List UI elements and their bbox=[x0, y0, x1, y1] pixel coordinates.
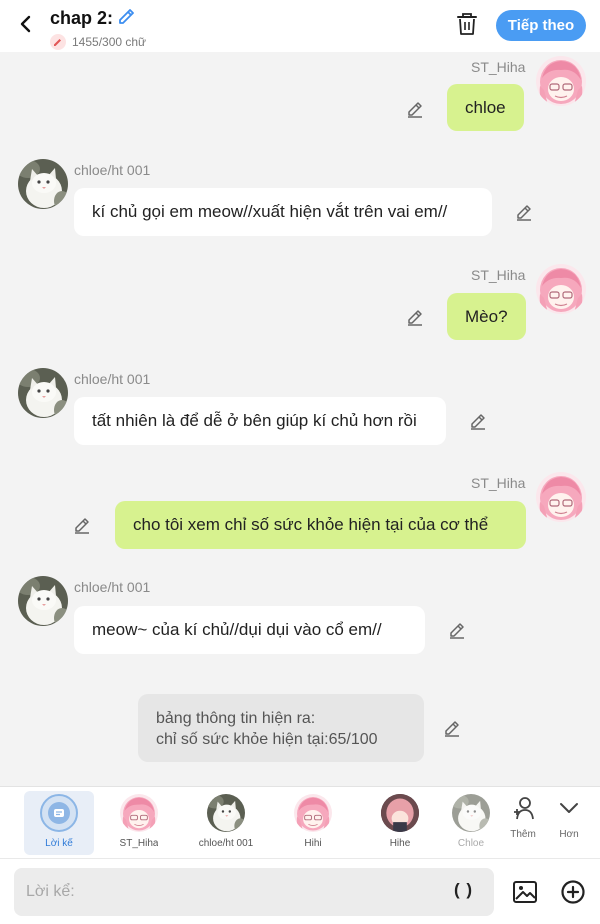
action-paren-button[interactable]: ( ) bbox=[454, 880, 473, 900]
avatar-st-hiha[interactable] bbox=[536, 472, 586, 522]
delete-button[interactable] bbox=[456, 12, 480, 38]
character-hihi[interactable]: Hihi bbox=[278, 791, 348, 855]
character-st-hiha[interactable]: ST_Hiha bbox=[104, 791, 174, 855]
white-cat-avatar bbox=[452, 794, 490, 832]
input-bar: ( ) bbox=[0, 858, 600, 924]
avatar-chloe[interactable] bbox=[18, 576, 68, 626]
chevron-down-icon bbox=[560, 803, 578, 813]
pencil-icon bbox=[407, 310, 423, 326]
pink-hair-dark-avatar bbox=[381, 794, 419, 832]
narration-icon bbox=[40, 794, 78, 832]
add-label: Thêm bbox=[510, 829, 536, 840]
chat-area[interactable]: ST_Hiha chloe chloe/ht 001 kí chủ gọi em… bbox=[0, 52, 600, 786]
pencil-icon bbox=[407, 102, 423, 118]
edit-message-button[interactable] bbox=[447, 620, 467, 640]
pencil-icon bbox=[449, 623, 465, 639]
character-narration[interactable]: Lời kể bbox=[24, 791, 94, 855]
page-title: chap 2: bbox=[50, 8, 114, 28]
sender-name: ST_Hiha bbox=[471, 59, 526, 75]
plus-circle-icon bbox=[561, 880, 585, 904]
character-label: ST_Hiha bbox=[119, 838, 159, 849]
avatar-st-hiha[interactable] bbox=[536, 264, 586, 314]
edit-message-button[interactable] bbox=[468, 411, 488, 431]
message-bubble[interactable]: chloe bbox=[447, 84, 524, 131]
next-button[interactable]: Tiếp theo bbox=[496, 10, 586, 41]
trash-icon bbox=[457, 13, 477, 35]
top-bar: chap 2: 1455/300 chữ Tiếp theo bbox=[0, 0, 600, 52]
sender-name: chloe/ht 001 bbox=[74, 162, 151, 178]
edit-title-button[interactable] bbox=[117, 6, 137, 31]
message-bubble[interactable]: kí chủ gọi em meow//xuất hiện vắt trên v… bbox=[74, 188, 492, 236]
message-bubble[interactable]: tất nhiên là để dễ ở bên giúp kí chủ hơn… bbox=[74, 397, 446, 445]
sender-name: chloe/ht 001 bbox=[74, 371, 151, 387]
word-count-pencil-icon bbox=[50, 34, 66, 50]
pencil-icon bbox=[470, 414, 486, 430]
message-bubble[interactable]: Mèo? bbox=[447, 293, 526, 340]
edit-message-button[interactable] bbox=[72, 515, 92, 535]
word-count: 1455/300 chữ bbox=[72, 35, 147, 49]
chevron-left-icon bbox=[20, 15, 31, 33]
narration-line: chỉ số sức khỏe hiện tại:65/100 bbox=[156, 731, 378, 748]
pencil-icon bbox=[74, 518, 90, 534]
character-label: Lời kể bbox=[45, 838, 73, 849]
sender-name: chloe/ht 001 bbox=[74, 579, 151, 595]
character-chloe-ht[interactable]: chloe/ht 001 bbox=[191, 791, 261, 855]
add-button[interactable] bbox=[560, 879, 586, 905]
avatar-chloe[interactable] bbox=[18, 368, 68, 418]
narration-line: bảng thông tin hiện ra: bbox=[156, 710, 316, 727]
message-input[interactable] bbox=[14, 868, 494, 916]
chapter-title-area: chap 2: 1455/300 chữ bbox=[50, 6, 146, 50]
image-icon bbox=[513, 881, 537, 903]
sender-name: ST_Hiha bbox=[471, 267, 526, 283]
edit-message-button[interactable] bbox=[405, 307, 425, 327]
white-cat-avatar bbox=[207, 794, 245, 832]
avatar-st-hiha[interactable] bbox=[536, 56, 586, 106]
narration-bubble[interactable]: bảng thông tin hiện ra: chỉ số sức khỏe … bbox=[138, 694, 424, 762]
character-label: Hihi bbox=[304, 838, 322, 849]
edit-message-button[interactable] bbox=[514, 202, 534, 222]
pink-hair-glasses-avatar bbox=[294, 794, 332, 832]
pencil-icon bbox=[119, 9, 134, 24]
edit-message-button[interactable] bbox=[442, 718, 462, 738]
character-label: Hihe bbox=[389, 838, 411, 849]
pencil-icon bbox=[444, 721, 460, 737]
more-label: Hơn bbox=[559, 829, 579, 840]
character-label: chloe/ht 001 bbox=[198, 838, 254, 849]
character-label: Chloe bbox=[457, 838, 485, 849]
character-selector: Lời kể ST_Hiha chloe/ht 001 Hihi Hihe Ch… bbox=[0, 786, 600, 858]
character-hihe[interactable]: Hihe bbox=[365, 791, 435, 855]
message-bubble[interactable]: cho tôi xem chỉ số sức khỏe hiện tại của… bbox=[115, 501, 526, 549]
more-button[interactable]: Hơn bbox=[549, 795, 589, 840]
pink-hair-avatar bbox=[120, 794, 158, 832]
add-person-icon bbox=[514, 797, 534, 820]
pencil-icon bbox=[516, 205, 532, 221]
avatar-chloe[interactable] bbox=[18, 159, 68, 209]
sender-name: ST_Hiha bbox=[471, 475, 526, 491]
add-character-button[interactable]: Thêm bbox=[503, 795, 543, 840]
insert-image-button[interactable] bbox=[512, 879, 538, 905]
edit-message-button[interactable] bbox=[405, 99, 425, 119]
back-button[interactable] bbox=[14, 10, 38, 38]
message-bubble[interactable]: meow~ của kí chủ//dụi dụi vào cổ em// bbox=[74, 606, 425, 654]
character-chloe[interactable]: Chloe bbox=[452, 791, 490, 855]
